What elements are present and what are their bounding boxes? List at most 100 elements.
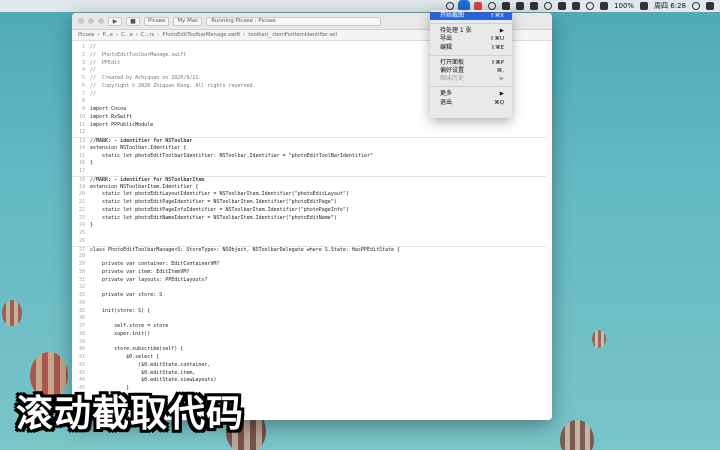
- code-line[interactable]: 14 extension NSToolbar.Identifier {: [72, 145, 552, 153]
- picsee-menu-icon[interactable]: [458, 0, 471, 12]
- menu-item-shortcut: ⌘,: [496, 67, 504, 74]
- code-line[interactable]: 34: [72, 300, 552, 308]
- status-icon[interactable]: [544, 2, 553, 10]
- vertical-scrollbar[interactable]: [546, 41, 552, 420]
- code-line[interactable]: 20 static let photoEditLayoutIdentifier …: [72, 191, 552, 199]
- code-line[interactable]: 19 extension NSToolbarItem.Identifier {: [72, 184, 552, 192]
- line-number: 5: [81, 75, 85, 81]
- code-line[interactable]: 25: [72, 230, 552, 238]
- menu-item[interactable]: 打开面板 ⇧⌘P: [430, 59, 512, 67]
- status-icon[interactable]: [488, 2, 497, 10]
- code-text: //: [90, 90, 97, 97]
- breadcrumb-item[interactable]: PhotoEditToolbarManage.swift: [162, 32, 240, 38]
- code-line[interactable]: 21 static let photoEditPageIdentifier = …: [72, 199, 552, 207]
- code-line[interactable]: 27 class PhotoEditToolbarManage<S: StoreT…: [72, 245, 552, 254]
- code-line[interactable]: 32: [72, 284, 552, 292]
- code-line[interactable]: 29 private var container: EditContainerV…: [72, 261, 552, 269]
- menu-item-shortcut: ▶: [499, 76, 504, 83]
- code-line[interactable]: 43 $0.editState.item,: [72, 370, 552, 378]
- code-text: private var layouts: PPEditLayouts?: [90, 276, 208, 283]
- code-line[interactable]: 36: [72, 315, 552, 323]
- line-number: 32: [78, 284, 85, 291]
- code-text: self.store = store: [90, 323, 169, 329]
- code-line[interactable]: 39: [72, 339, 552, 347]
- stop-button[interactable]: ■: [126, 16, 140, 26]
- code-line[interactable]: 22 static let photoEditPageInfoIdentifie…: [72, 207, 552, 215]
- line-number: 12: [78, 129, 85, 136]
- code-line[interactable]: 33 private var store: S: [72, 292, 552, 300]
- code-line[interactable]: 13 //MARK: - identifier for NSToolbar: [72, 137, 552, 145]
- code-line[interactable]: 23 static let photoEditNameIdentifier = …: [72, 215, 552, 223]
- code-text: import Cocoa: [90, 106, 127, 112]
- status-icon[interactable]: [446, 2, 455, 10]
- line-number: 14: [78, 144, 85, 151]
- code-line[interactable]: 15 static let photoEditToolbarIdentifier…: [72, 153, 552, 161]
- status-icon[interactable]: [474, 2, 483, 10]
- code-line[interactable]: 28: [72, 253, 552, 261]
- zoom-button[interactable]: [98, 18, 104, 24]
- menu-item-shortcut: ⇧⌘E: [490, 44, 504, 51]
- menu-item-label: 退出: [440, 98, 453, 106]
- code-line[interactable]: 42 ($0.editState.container,: [72, 362, 552, 370]
- menu-item-shortcut: ▶: [499, 28, 504, 35]
- menu-item[interactable]: 编辑 ⇧⌘E: [430, 44, 512, 52]
- status-icon[interactable]: [516, 2, 525, 10]
- code-line[interactable]: 40 store.subscribe(self) {: [72, 346, 552, 354]
- volume-icon[interactable]: [600, 2, 609, 10]
- menu-item[interactable]: 开始截图 ⇧⌘X: [430, 12, 512, 21]
- code-text: //MARK: - identifier for NSToolbar: [90, 138, 193, 144]
- breadcrumb-item[interactable]: Picsee: [78, 32, 94, 38]
- code-text: // Created by Achiquan on 2020/9/11.: [90, 75, 202, 81]
- line-number: 29: [78, 261, 85, 267]
- search-icon[interactable]: [692, 2, 700, 10]
- code-text: extension NSToolbar.Identifier {: [90, 144, 187, 151]
- code-line[interactable]: 30 private var item: EditItemVM?: [72, 269, 552, 277]
- close-button[interactable]: [78, 18, 84, 24]
- battery-icon[interactable]: [640, 2, 649, 10]
- code-text: }: [90, 222, 94, 229]
- code-line[interactable]: 41 $0.select {: [72, 354, 552, 362]
- code-line[interactable]: 35 init(store: S) {: [72, 308, 552, 316]
- code-line[interactable]: 26: [72, 238, 552, 246]
- breadcrumb-item[interactable]: toolbar(_:itemForItemIdentifier:wil: [248, 32, 337, 38]
- line-number: 27: [78, 246, 85, 253]
- battery-percent[interactable]: 100%: [614, 2, 634, 10]
- code-line[interactable]: 16}: [72, 160, 552, 168]
- code-line[interactable]: 18 //MARK: - identifier for NSToolbarItem: [72, 175, 552, 184]
- run-button[interactable]: ▶: [108, 16, 122, 26]
- menu-item-label: 编辑: [440, 43, 453, 51]
- code-line[interactable]: 38 super.init(): [72, 331, 552, 339]
- line-number: 40: [78, 346, 85, 353]
- status-icon[interactable]: [530, 2, 539, 10]
- minimize-button[interactable]: [88, 18, 94, 24]
- code-line[interactable]: 37 self.store = store: [72, 323, 552, 331]
- menu-item[interactable]: 更多 ▶: [430, 90, 512, 98]
- line-number: 10: [78, 113, 85, 120]
- code-line[interactable]: 31 private var layouts: PPEditLayouts?: [72, 277, 552, 285]
- status-icon[interactable]: [558, 2, 567, 10]
- code-text: static let photoEditToolbarIdentifier: N…: [90, 152, 373, 159]
- code-line[interactable]: 24}: [72, 222, 552, 230]
- code-text: static let photoEditLayoutIdentifier = N…: [90, 191, 349, 198]
- breadcrumb-item[interactable]: P...e: [102, 32, 112, 38]
- menu-item[interactable]: 退出 ⌘Q: [430, 99, 512, 107]
- status-icon[interactable]: [572, 2, 581, 10]
- menu-item-label: 图床历史: [440, 75, 465, 83]
- line-number: 28: [78, 253, 85, 260]
- chevron-right-icon: ›: [157, 32, 160, 38]
- menu-item[interactable]: 导出 ⇧⌘U: [430, 35, 512, 43]
- wifi-icon[interactable]: [586, 2, 595, 10]
- code-line[interactable]: 17: [72, 168, 552, 176]
- line-number: 11: [78, 121, 85, 128]
- control-center-icon[interactable]: [706, 2, 714, 10]
- breadcrumb-item[interactable]: C...e: [121, 32, 133, 38]
- breadcrumb-item[interactable]: C...rs: [141, 32, 154, 38]
- code-line[interactable]: 12: [72, 129, 552, 137]
- menu-item[interactable]: 偏好设置 ⌘,: [430, 67, 512, 75]
- code-line[interactable]: 11 import PPPublicModule: [72, 122, 552, 130]
- scheme-selector[interactable]: Picsee: [144, 16, 170, 26]
- clock[interactable]: 周四 6:28: [654, 1, 686, 11]
- device-selector[interactable]: My Mac: [173, 16, 203, 26]
- line-number: 38: [78, 330, 85, 337]
- status-icon[interactable]: [502, 2, 511, 10]
